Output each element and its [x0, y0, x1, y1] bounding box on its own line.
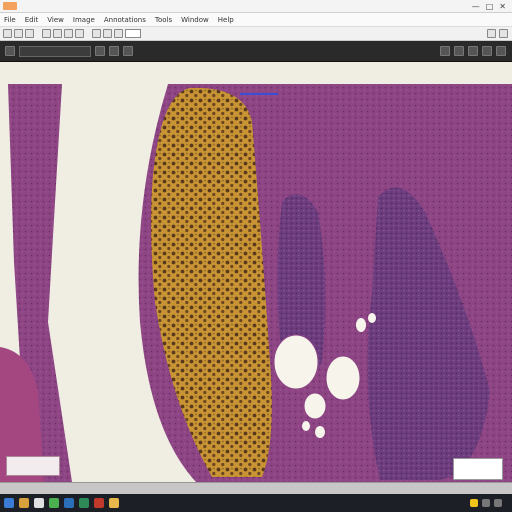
system-tray: [470, 499, 512, 507]
fit-icon[interactable]: [440, 46, 450, 56]
menu-item-annotations[interactable]: Annotations: [104, 16, 146, 24]
tissue-image: [0, 62, 512, 482]
folder-icon[interactable]: [19, 498, 29, 508]
app-icon[interactable]: [49, 498, 59, 508]
viewer-right-tools: [440, 46, 506, 56]
slide-selector[interactable]: [19, 45, 91, 57]
menu-item-tools[interactable]: Tools: [155, 16, 172, 24]
open-icon[interactable]: [3, 29, 12, 38]
layers-icon[interactable]: [123, 46, 133, 56]
maximize-icon[interactable]: □: [486, 2, 494, 11]
viewer-app-icon[interactable]: [109, 498, 119, 508]
prev-icon[interactable]: [95, 46, 105, 56]
volume-icon[interactable]: [494, 499, 502, 507]
browser-icon[interactable]: [34, 498, 44, 508]
viewer-toolbar: [0, 41, 512, 62]
slide-viewport[interactable]: [0, 62, 512, 482]
toolbar-group-view: [42, 29, 84, 38]
menu-item-image[interactable]: Image: [73, 16, 95, 24]
minimize-icon[interactable]: —: [472, 2, 480, 11]
grid-icon[interactable]: [454, 46, 464, 56]
save-icon[interactable]: [14, 29, 23, 38]
pan-icon[interactable]: [64, 29, 73, 38]
menu-item-window[interactable]: Window: [181, 16, 209, 24]
network-icon[interactable]: [482, 499, 490, 507]
rotate-icon[interactable]: [75, 29, 84, 38]
window-controls: — □ ✕: [472, 2, 512, 11]
menu-item-view[interactable]: View: [47, 16, 64, 24]
zoom-in-icon[interactable]: [42, 29, 51, 38]
status-bar: [0, 482, 512, 494]
settings-icon[interactable]: [487, 29, 496, 38]
os-taskbar: [0, 494, 512, 512]
measure-icon[interactable]: [468, 46, 478, 56]
help-icon[interactable]: [499, 29, 508, 38]
toolbar-group-file: [3, 29, 34, 38]
menu-item-help[interactable]: Help: [218, 16, 234, 24]
menu-icon[interactable]: [5, 46, 15, 56]
zoom-out-icon[interactable]: [53, 29, 62, 38]
overview-minimap[interactable]: [453, 458, 503, 480]
toolbar-group-annotate: [92, 29, 141, 38]
close-viewer-icon[interactable]: [496, 46, 506, 56]
tray-icon[interactable]: [470, 499, 478, 507]
menu-item-edit[interactable]: Edit: [25, 16, 39, 24]
menu-bar: File Edit View Image Annotations Tools W…: [0, 13, 512, 27]
fullscreen-icon[interactable]: [482, 46, 492, 56]
ruler-icon[interactable]: [103, 29, 112, 38]
close-icon[interactable]: ✕: [499, 2, 506, 11]
toolbar-right: [487, 29, 508, 38]
title-bar: — □ ✕: [0, 0, 512, 13]
start-icon[interactable]: [4, 498, 14, 508]
pdf-icon[interactable]: [94, 498, 104, 508]
toolbar-search-input[interactable]: [125, 29, 141, 38]
rectangle-icon[interactable]: [114, 29, 123, 38]
app-logo-icon: [3, 2, 17, 10]
slide-thumbnail[interactable]: [6, 456, 60, 476]
main-toolbar: [0, 27, 512, 41]
word-icon[interactable]: [64, 498, 74, 508]
next-icon[interactable]: [109, 46, 119, 56]
annotation-icon[interactable]: [92, 29, 101, 38]
print-icon[interactable]: [25, 29, 34, 38]
menu-item-file[interactable]: File: [4, 16, 16, 24]
excel-icon[interactable]: [79, 498, 89, 508]
